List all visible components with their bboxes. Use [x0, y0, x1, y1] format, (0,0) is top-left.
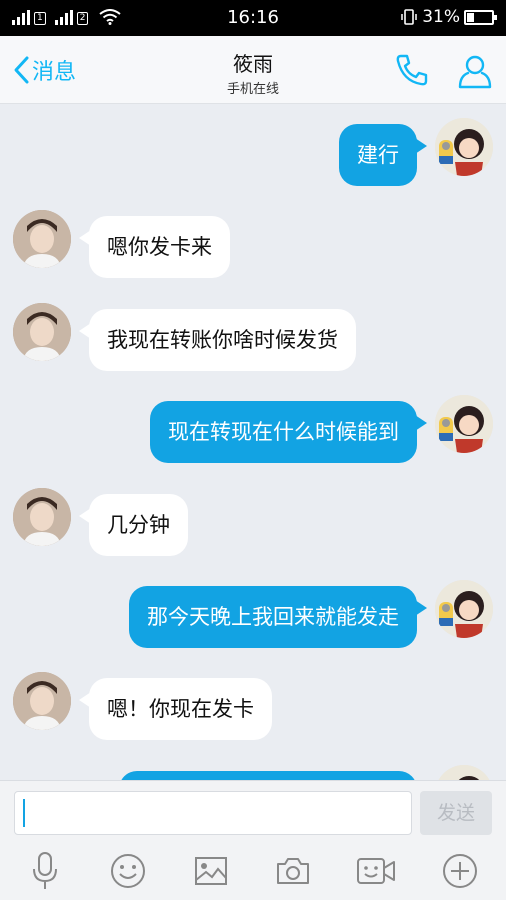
- my-avatar[interactable]: [435, 765, 493, 780]
- message-bubble-incoming[interactable]: 几分钟: [79, 494, 188, 556]
- image-icon: [195, 857, 227, 885]
- emoji-button[interactable]: [108, 851, 148, 891]
- my-avatar[interactable]: [435, 118, 493, 176]
- plus-icon: [443, 854, 477, 888]
- message-bubble-outgoing[interactable]: 那今天晚上我回来就能发走: [129, 586, 427, 648]
- message-bubble-incoming[interactable]: 嗯你发卡来: [79, 216, 230, 278]
- status-bar: 1 2 16:16 31%: [0, 0, 506, 36]
- phone-icon[interactable]: [394, 52, 430, 88]
- message-row: 那今天晚上我回来就能发走: [0, 580, 506, 650]
- contact-profile-icon[interactable]: [456, 52, 494, 90]
- message-row: [0, 765, 506, 780]
- input-bar: 发送: [0, 780, 506, 900]
- message-input[interactable]: [14, 791, 412, 835]
- camera-button[interactable]: [273, 851, 313, 891]
- message-bubble-outgoing[interactable]: 建行: [339, 124, 427, 186]
- message-row: 我现在转账你啥时候发货: [0, 303, 506, 373]
- image-button[interactable]: [191, 851, 231, 891]
- contact-name: 筱雨: [233, 52, 273, 76]
- text-caret: [23, 799, 25, 827]
- vibrate-icon: [401, 9, 417, 25]
- my-avatar[interactable]: [435, 580, 493, 638]
- video-button[interactable]: [356, 851, 396, 891]
- battery-icon: [464, 9, 497, 25]
- contact-avatar[interactable]: [13, 488, 71, 546]
- message-bubble-incoming[interactable]: 嗯！你现在发卡: [79, 678, 272, 740]
- online-status: 手机在线: [226, 82, 279, 97]
- input-toolbar: [0, 851, 506, 895]
- battery-area: 31%: [400, 7, 497, 27]
- video-icon: [357, 858, 395, 884]
- camera-icon: [277, 858, 309, 884]
- message-bubble-outgoing[interactable]: 现在转现在什么时候能到: [150, 401, 427, 463]
- mic-icon: [33, 852, 57, 889]
- battery-percent: 31%: [422, 7, 460, 27]
- chat-header: 消息 筱雨 手机在线: [0, 36, 506, 104]
- message-row: 几分钟: [0, 488, 506, 558]
- contact-avatar[interactable]: [13, 672, 71, 730]
- message-list[interactable]: 建行 嗯你发卡来 我现在转账你啥时候发货 现在转现在什么时候能到 几分钟 那今天…: [0, 105, 506, 780]
- message-row: 嗯你发卡来: [0, 210, 506, 280]
- more-button[interactable]: [440, 851, 480, 891]
- message-row: 建行: [0, 118, 506, 188]
- my-avatar[interactable]: [435, 395, 493, 453]
- contact-avatar[interactable]: [13, 303, 71, 361]
- contact-avatar[interactable]: [13, 210, 71, 268]
- voice-button[interactable]: [25, 851, 65, 891]
- send-button[interactable]: 发送: [420, 791, 492, 835]
- message-row: 嗯！你现在发卡: [0, 672, 506, 742]
- emoji-icon: [111, 854, 145, 888]
- message-row: 现在转现在什么时候能到: [0, 395, 506, 465]
- message-bubble-incoming[interactable]: 我现在转账你啥时候发货: [79, 309, 356, 371]
- message-bubble-outgoing[interactable]: [119, 771, 417, 780]
